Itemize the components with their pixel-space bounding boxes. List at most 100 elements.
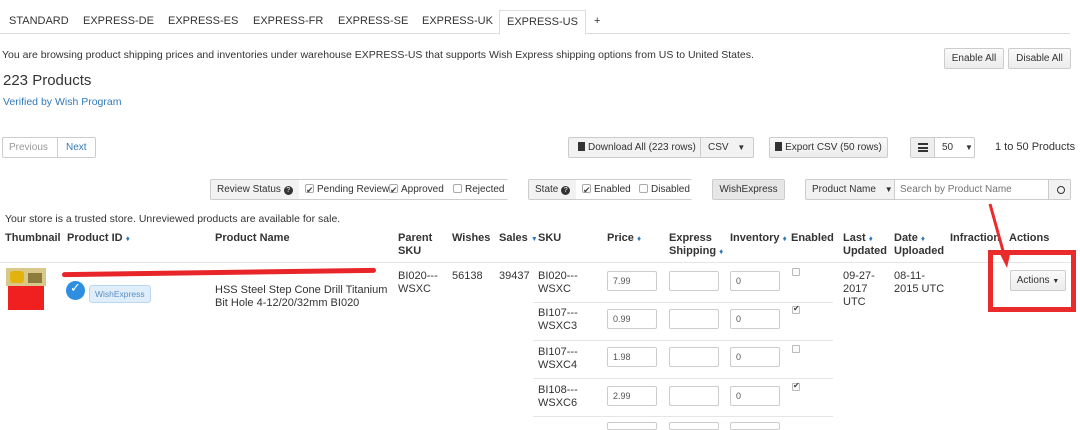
col-last-updated[interactable]: Last ♦ Updated	[843, 232, 887, 258]
variant-sku-line1: BI020---	[538, 270, 578, 282]
variant-sku-line1: BI107---	[538, 346, 578, 358]
tab-express-fr[interactable]: EXPRESS-FR	[246, 10, 330, 34]
approved-option[interactable]: Approved	[389, 181, 444, 200]
trusted-store-note: Your store is a trusted store. Unreviewe…	[5, 213, 341, 225]
checkbox-checked-icon	[389, 182, 398, 200]
tab-express-se[interactable]: EXPRESS-SE	[331, 10, 415, 34]
enabled-checkbox[interactable]	[792, 381, 800, 391]
search-icon[interactable]	[1057, 181, 1065, 199]
next-button[interactable]: Next	[66, 139, 87, 157]
col-wishes[interactable]: Wishes	[452, 232, 490, 245]
download-all-button[interactable]: Download All (223 rows)	[578, 139, 696, 157]
disable-all-button[interactable]: Disable All	[1008, 48, 1071, 69]
verified-check-icon: ✓	[66, 281, 85, 300]
inventory-input-partial[interactable]	[730, 422, 780, 430]
checkbox-checked-icon	[582, 182, 591, 200]
variant-sku-line2: WSXC4	[538, 359, 578, 371]
thumbnail-drill	[10, 271, 24, 283]
col-actions: Actions	[1009, 232, 1050, 244]
price-input[interactable]: 0.99	[607, 309, 657, 329]
enabled-option[interactable]: Enabled	[582, 181, 631, 200]
checkbox-icon	[639, 184, 648, 193]
row-divider	[533, 302, 833, 303]
search-field-select[interactable]: Product Name ▼	[812, 181, 893, 199]
help-icon: ?	[561, 186, 571, 195]
express-shipping-input[interactable]	[669, 271, 719, 291]
checkbox-icon	[453, 184, 462, 193]
col-inventory[interactable]: Inventory ♦	[730, 232, 787, 245]
rejected-option[interactable]: Rejected	[453, 181, 504, 199]
col-date-uploaded[interactable]: Date ♦ Uploaded	[894, 232, 944, 258]
express-shipping-input[interactable]	[669, 347, 719, 367]
enable-all-button[interactable]: Enable All	[944, 48, 1004, 69]
tab-express-es[interactable]: EXPRESS-ES	[161, 10, 245, 34]
state-filter: State ? Enabled Disabled	[528, 179, 692, 200]
redaction-line	[61, 267, 377, 278]
variant-sku-line1: BI107---	[538, 307, 578, 319]
col-thumbnail: Thumbnail	[5, 232, 61, 244]
export-csv-button[interactable]: Export CSV (50 rows)	[769, 137, 888, 158]
last-updated-line3: UTC	[843, 296, 866, 308]
variant-sku-line2: WSXC6	[538, 397, 578, 409]
inventory-input[interactable]: 0	[730, 271, 780, 291]
price-input[interactable]: 1.98	[607, 347, 657, 367]
product-thumbnail[interactable]	[6, 268, 46, 310]
inventory-input[interactable]: 0	[730, 347, 780, 367]
price-input[interactable]: 2.99	[607, 386, 657, 406]
date-uploaded-value: 08-11- 2015 UTC	[894, 270, 944, 296]
col-product-id[interactable]: Product ID ♦	[67, 232, 130, 245]
variant-sku: BI108--- WSXC6	[538, 384, 578, 410]
review-status-filter: Review Status ? Pending Review Approved …	[210, 179, 508, 200]
enabled-checkbox[interactable]	[792, 268, 800, 276]
download-group: Download All (223 rows) CSV ▼	[568, 137, 754, 158]
annotation-arrow	[988, 203, 1011, 268]
variant-sku: BI107--- WSXC4	[538, 346, 578, 372]
verified-link[interactable]: Verified by Wish Program	[3, 96, 121, 108]
download-divider	[700, 138, 701, 157]
col-date-line1: Date	[894, 232, 918, 244]
tab-standard[interactable]: STANDARD	[2, 10, 76, 34]
col-price[interactable]: Price ♦	[607, 232, 641, 245]
pending-review-option[interactable]: Pending Review	[305, 181, 389, 200]
variant-sku-line1: BI108---	[538, 384, 578, 396]
pager-divider	[57, 138, 58, 157]
col-last-line2: Updated	[843, 245, 887, 257]
inventory-input[interactable]: 0	[730, 386, 780, 406]
disabled-option[interactable]: Disabled	[639, 181, 690, 199]
col-parent-sku-line2: SKU	[398, 245, 422, 257]
state-text: State	[535, 184, 559, 195]
tab-express-uk[interactable]: EXPRESS-UK	[415, 10, 500, 34]
review-status-options: Pending Review Approved Rejected	[299, 180, 508, 200]
enabled-label: Enabled	[594, 184, 631, 195]
tab-express-de[interactable]: EXPRESS-DE	[76, 10, 161, 34]
row-divider	[533, 340, 833, 341]
product-name[interactable]: HSS Steel Step Cone Drill Titanium Bit Ho…	[215, 284, 387, 310]
col-express-shipping[interactable]: Express Shipping ♦	[669, 232, 723, 258]
express-shipping-input[interactable]	[669, 386, 719, 406]
tab-add[interactable]: +	[587, 10, 607, 34]
enabled-checkbox[interactable]	[792, 345, 800, 353]
search-input[interactable]	[894, 180, 1049, 199]
express-shipping-input-partial[interactable]	[669, 422, 719, 430]
price-input[interactable]: 7.99	[607, 271, 657, 291]
enabled-checkbox[interactable]	[792, 304, 800, 314]
sales-value: 39437	[499, 270, 530, 282]
tab-express-us[interactable]: EXPRESS-US	[499, 10, 586, 35]
col-product-name: Product Name	[215, 232, 290, 244]
page-size-select[interactable]: 50 ▼	[910, 137, 975, 158]
previous-button[interactable]: Previous	[9, 139, 48, 157]
sort-icon: ♦	[636, 234, 642, 243]
col-sales[interactable]: Sales ▼	[499, 232, 538, 246]
arrow-shaft	[988, 203, 1007, 259]
col-parent-sku: Parent SKU	[398, 232, 432, 258]
state-label: State ?	[535, 181, 571, 199]
inventory-input[interactable]: 0	[730, 309, 780, 329]
date-uploaded-line2: 2015 UTC	[894, 283, 945, 295]
checkbox-checked-icon	[305, 182, 314, 200]
price-input-partial[interactable]	[607, 422, 657, 430]
last-updated-line2: 2017	[843, 283, 868, 295]
wishexpress-filter-button[interactable]: WishExpress	[712, 179, 785, 200]
express-shipping-input[interactable]	[669, 309, 719, 329]
download-format-select[interactable]: CSV ▼	[708, 139, 745, 157]
caret-down-icon: ▼	[737, 143, 746, 152]
